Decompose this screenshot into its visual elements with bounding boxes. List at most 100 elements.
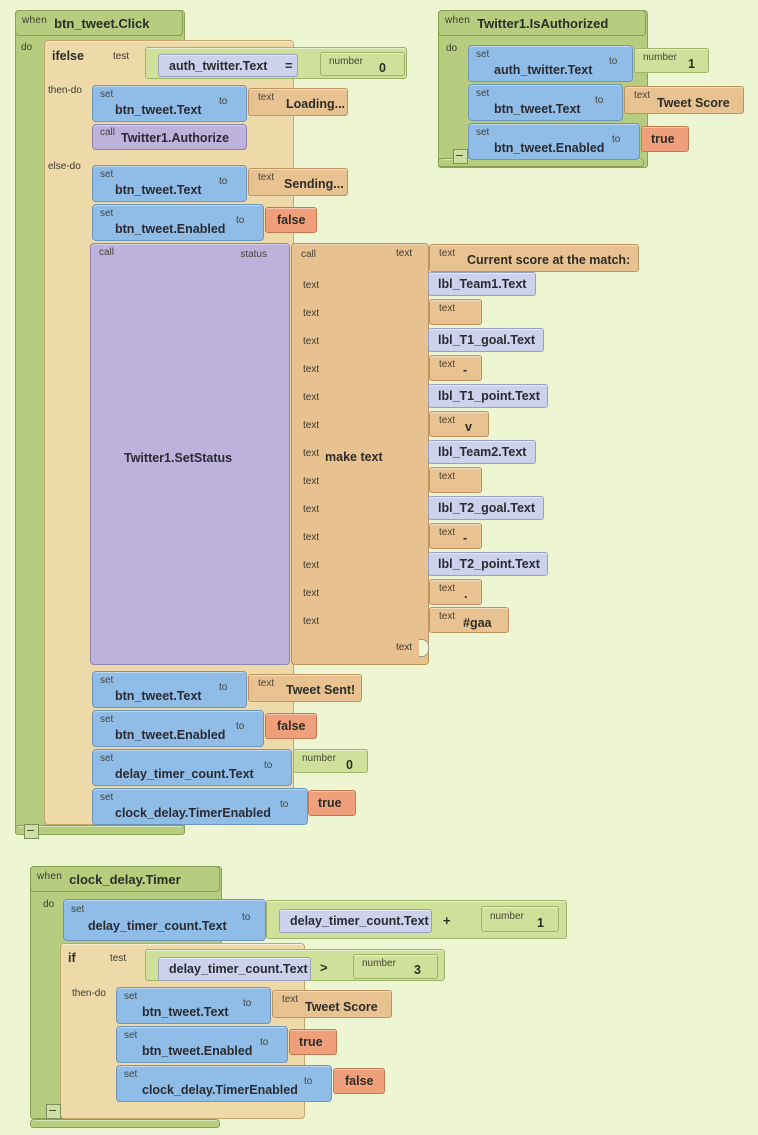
setter-btn-tweet-text-loading[interactable]: set btn_tweet.Text to: [92, 85, 247, 122]
setter-clock-delay-timerenabled-false[interactable]: set clock_delay.TimerEnabled to: [116, 1065, 332, 1102]
setter-auth-twitter-text[interactable]: set auth_twitter.Text to: [468, 45, 633, 82]
boolean-block-false-3[interactable]: false: [333, 1068, 385, 1094]
set-keyword: set: [124, 1030, 138, 1041]
to-keyword: to: [242, 912, 251, 923]
call-target: Twitter1.Authorize: [121, 131, 230, 145]
number-block-one-2[interactable]: number 1: [481, 906, 559, 932]
if-label: if: [68, 951, 76, 965]
getter-label: auth_twitter.Text: [169, 59, 268, 73]
getter-label: lbl_T1_point.Text: [438, 389, 540, 403]
set-keyword: set: [476, 49, 490, 60]
event1-header[interactable]: when btn_tweet.Click: [15, 10, 183, 36]
setter-clock-delay-timerenabled-true[interactable]: set clock_delay.TimerEnabled to: [92, 788, 308, 825]
setter-btn-tweet-text-score-2[interactable]: set btn_tweet.Text to: [116, 987, 271, 1024]
setter-btn-tweet-enabled-true[interactable]: set btn_tweet.Enabled to: [468, 123, 640, 160]
setter-btn-tweet-text-sending[interactable]: set btn_tweet.Text to: [92, 165, 247, 202]
text-block-dash-2[interactable]: text -: [429, 523, 482, 549]
collapse-button-event1[interactable]: [24, 824, 39, 839]
boolean-value: true: [318, 796, 342, 810]
text-keyword: text: [439, 583, 456, 594]
number-block-zero[interactable]: number 0: [320, 52, 405, 76]
getter-lbl-t2-goal-text[interactable]: lbl_T2_goal.Text: [428, 496, 544, 520]
text-block-period[interactable]: text .: [429, 579, 482, 605]
text-block-space-1[interactable]: text: [429, 299, 482, 325]
getter-lbl-t1-goal-text[interactable]: lbl_T1_goal.Text: [428, 328, 544, 352]
setter-btn-tweet-text-score[interactable]: set btn_tweet.Text to: [468, 84, 623, 121]
make-text-empty-socket[interactable]: [419, 639, 429, 657]
collapse-button-event2[interactable]: [453, 149, 468, 164]
text-value: Sending...: [284, 177, 344, 191]
to-keyword: to: [219, 96, 228, 107]
number-value: 1: [688, 57, 695, 71]
getter-lbl-t2-point-text[interactable]: lbl_T2_point.Text: [428, 552, 548, 576]
text-block-loading[interactable]: text Loading...: [248, 88, 348, 116]
getter-delay-timer-count-2[interactable]: delay_timer_count.Text: [158, 957, 311, 981]
boolean-block-false[interactable]: false: [265, 207, 317, 233]
text-block-hashtag-gaa[interactable]: text #gaa: [429, 607, 509, 633]
number-keyword: number: [302, 753, 336, 764]
to-keyword: to: [304, 1076, 313, 1087]
call-keyword: call: [301, 249, 317, 260]
to-keyword: to: [609, 56, 618, 67]
boolean-block-false-2[interactable]: false: [265, 713, 317, 739]
boolean-block-true[interactable]: true: [308, 790, 356, 816]
getter-label: lbl_T2_point.Text: [438, 557, 540, 571]
text-block-tweet-sent[interactable]: text Tweet Sent!: [248, 674, 362, 702]
text-block-versus[interactable]: text v: [429, 411, 489, 437]
text-block-dash-1[interactable]: text -: [429, 355, 482, 381]
to-keyword: to: [264, 760, 273, 771]
call-twitter-authorize[interactable]: call Twitter1.Authorize: [92, 124, 247, 150]
setter-target: clock_delay.TimerEnabled: [115, 806, 271, 820]
setter-target: delay_timer_count.Text: [88, 919, 227, 933]
event1-name: btn_tweet.Click: [54, 15, 150, 31]
setter-btn-tweet-enabled-true-2[interactable]: set btn_tweet.Enabled to: [116, 1026, 288, 1063]
make-text-socket-label: text: [303, 448, 320, 459]
text-block-tweet-score-2[interactable]: text Tweet Score: [272, 990, 392, 1018]
make-text-socket-label: text: [303, 560, 320, 571]
number-block-three[interactable]: number 3: [353, 954, 438, 979]
call-keyword: call: [99, 247, 115, 258]
text-keyword: text: [439, 359, 456, 370]
ifelse-label: ifelse: [52, 49, 84, 63]
getter-lbl-team1-text[interactable]: lbl_Team1.Text: [428, 272, 536, 296]
text-block-tweet-score[interactable]: text Tweet Score: [624, 86, 744, 114]
set-keyword: set: [100, 169, 114, 180]
text-block-current-score[interactable]: text Current score at the match:: [429, 244, 639, 272]
set-keyword: set: [71, 904, 85, 915]
setter-btn-tweet-enabled-false[interactable]: set btn_tweet.Enabled to: [92, 204, 264, 241]
if-test-label: test: [110, 953, 127, 964]
call-twitter-setstatus[interactable]: call status Twitter1.SetStatus: [90, 243, 290, 665]
getter-auth-twitter-text[interactable]: auth_twitter.Text: [158, 54, 298, 77]
setter-btn-tweet-enabled-false-2[interactable]: set btn_tweet.Enabled to: [92, 710, 264, 747]
text-block-space-2[interactable]: text: [429, 467, 482, 493]
event3-header[interactable]: when clock_delay.Timer: [30, 866, 220, 892]
ifelse-test-label: test: [113, 51, 130, 62]
boolean-block-true-3[interactable]: true: [289, 1029, 337, 1055]
event2-header[interactable]: when Twitter1.IsAuthorized: [438, 10, 646, 36]
to-keyword: to: [219, 682, 228, 693]
number-block-zero-2[interactable]: number 0: [293, 749, 368, 773]
text-block-sending[interactable]: text Sending...: [248, 168, 348, 196]
boolean-value: false: [345, 1074, 374, 1088]
number-block-one[interactable]: number 1: [634, 48, 709, 73]
boolean-value: true: [299, 1035, 323, 1049]
call-target: Twitter1.SetStatus: [124, 451, 233, 465]
collapse-button-event3[interactable]: [46, 1104, 61, 1119]
text-keyword: text: [439, 248, 456, 259]
setter-target: btn_tweet.Text: [142, 1005, 229, 1019]
number-keyword: number: [329, 56, 363, 67]
getter-lbl-team2-text[interactable]: lbl_Team2.Text: [428, 440, 536, 464]
to-keyword: to: [595, 95, 604, 106]
blocks-workspace[interactable]: when btn_tweet.Click do ifelse test then…: [0, 0, 758, 1135]
getter-delay-timer-count-1[interactable]: delay_timer_count.Text: [279, 909, 432, 933]
set-keyword: set: [100, 675, 114, 686]
text-keyword: text: [282, 994, 299, 1005]
text-keyword: text: [439, 611, 456, 622]
make-text-socket-label: text: [303, 308, 320, 319]
setter-target: delay_timer_count.Text: [115, 767, 254, 781]
setter-delay-timer-increment[interactable]: set delay_timer_count.Text to: [63, 899, 266, 941]
setter-delay-timer-count[interactable]: set delay_timer_count.Text to: [92, 749, 292, 786]
boolean-block-true-2[interactable]: true: [641, 126, 689, 152]
setter-btn-tweet-text-sent[interactable]: set btn_tweet.Text to: [92, 671, 247, 708]
getter-lbl-t1-point-text[interactable]: lbl_T1_point.Text: [428, 384, 548, 408]
